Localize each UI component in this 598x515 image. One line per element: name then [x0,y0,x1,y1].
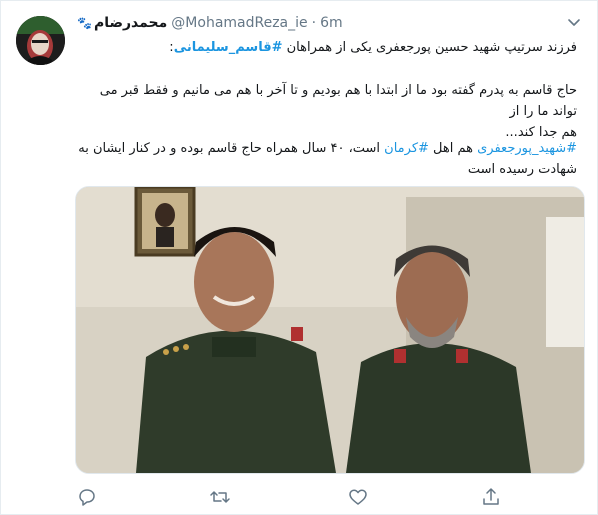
paragraph-3-mid: هم اهل [428,141,478,156]
tweet-paragraph-1: فرزند سرتیپ شهید حسین پورجعفری یکی از هم… [77,37,577,58]
paragraph-2-line-1: حاج قاسم به پدرم گفته بود ما از ابتدا با… [99,83,577,119]
tweet-photo[interactable] [75,186,585,474]
like-icon[interactable] [346,485,370,509]
author-handle[interactable]: @MohamadReza_ie [171,15,307,31]
hashtag-qasem-soleimani[interactable]: #قاسم_سلیمانی [174,40,283,55]
tweet-header: 🐾 محمدرضام @MohamadReza_ie · 6m [77,12,557,34]
hashtag-kerman[interactable]: #کرمان [384,141,429,156]
paragraph-3-rest: است، ۴۰ سال همراه حاج قاسم بوده و در کنا… [78,141,385,156]
paragraph-1-text: فرزند سرتیپ شهید حسین پورجعفری یکی از هم… [282,40,577,55]
tweet-paragraph-3: #شهید_پورجعفری هم اهل #کرمان است، ۴۰ سال… [77,138,577,180]
separator-dot: · [311,15,317,31]
chevron-down-icon[interactable] [565,13,583,31]
reply-icon[interactable] [75,485,99,509]
tweet-card[interactable]: 🐾 محمدرضام @MohamadReza_ie · 6m فرزند سر… [0,0,598,515]
retweet-icon[interactable] [208,485,232,509]
paw-prints-icon: 🐾 [77,16,92,30]
tweet-actions [75,485,515,509]
tweet-paragraph-2: حاج قاسم به پدرم گفته بود ما از ابتدا با… [77,80,577,143]
paragraph-3-line-2: شهادت رسیده است [467,162,577,177]
author-name[interactable]: محمدرضام [94,15,167,31]
share-icon[interactable] [479,485,503,509]
hashtag-shahid-pourjafari[interactable]: #شهید_پورجعفری [477,141,577,156]
avatar[interactable] [16,16,65,65]
timestamp[interactable]: 6m [320,15,343,31]
